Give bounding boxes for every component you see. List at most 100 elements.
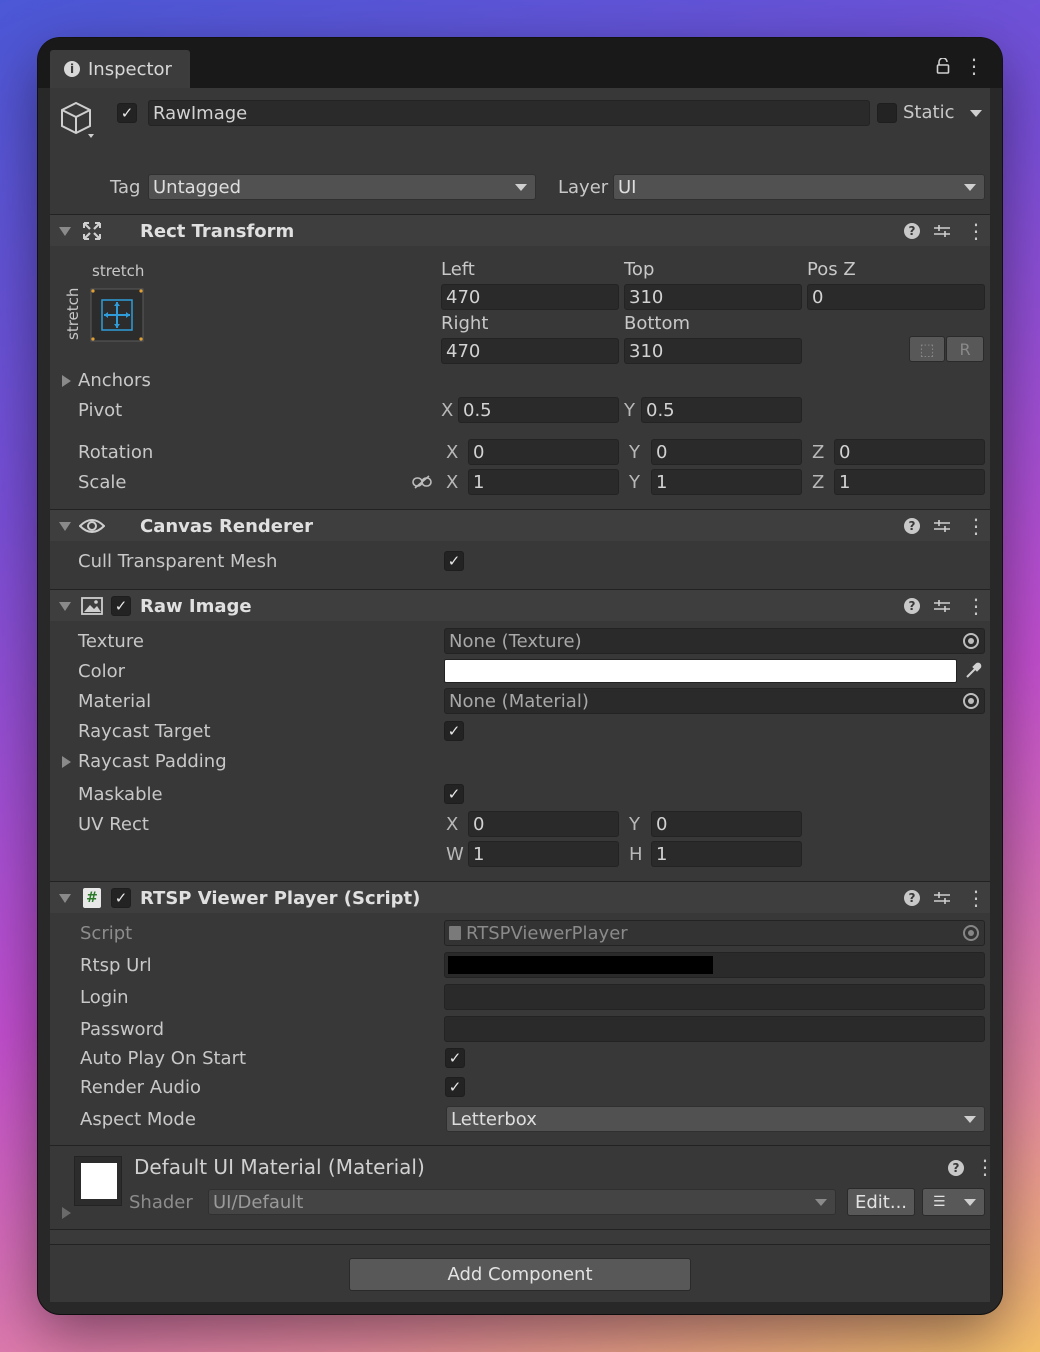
rotation-x-field[interactable]: 0: [468, 439, 619, 465]
texture-label: Texture: [78, 631, 144, 652]
uv-y-field[interactable]: 0: [651, 811, 802, 837]
raycast-padding-foldout-icon[interactable]: [62, 756, 71, 768]
bottom-label: Bottom: [624, 313, 691, 334]
presets-icon[interactable]: [933, 890, 951, 906]
pivot-label: Pivot: [78, 400, 123, 421]
layer-label: Layer: [558, 177, 609, 198]
anchors-foldout-icon[interactable]: [62, 375, 71, 387]
pivot-x-field[interactable]: 0.5: [458, 397, 619, 423]
blueprint-mode-button[interactable]: ⬚: [909, 336, 945, 362]
bottom-separator-2: [50, 1244, 990, 1245]
help-icon[interactable]: ?: [948, 1160, 964, 1176]
color-swatch[interactable]: [444, 659, 957, 683]
raycast-padding-label[interactable]: Raycast Padding: [78, 751, 227, 773]
left-field[interactable]: 470: [441, 284, 619, 310]
texture-field[interactable]: None (Texture): [444, 628, 985, 654]
tab-menu-kebab-icon[interactable]: ⋮: [964, 54, 984, 78]
rotation-y-field[interactable]: 0: [651, 439, 802, 465]
shader-options-button[interactable]: ☰: [922, 1188, 985, 1216]
anchor-vertical-label: stretch: [64, 287, 82, 340]
raw-edit-mode-button[interactable]: R: [946, 336, 984, 362]
shader-edit-button[interactable]: Edit...: [847, 1188, 915, 1216]
component-menu-kebab-icon[interactable]: ⋮: [966, 514, 986, 538]
uv-h-field[interactable]: 1: [651, 841, 802, 867]
component-menu-kebab-icon[interactable]: ⋮: [966, 886, 986, 910]
help-icon[interactable]: ?: [904, 223, 920, 239]
foldout-arrow-icon[interactable]: [59, 227, 71, 236]
canvas-renderer-header[interactable]: Canvas Renderer ? ⋮: [50, 509, 990, 541]
eyedropper-icon[interactable]: [960, 659, 985, 683]
component-menu-kebab-icon[interactable]: ⋮: [966, 594, 986, 618]
cull-transparent-mesh-checkbox[interactable]: ✓: [444, 551, 464, 571]
color-label: Color: [78, 661, 125, 682]
material-preview[interactable]: [74, 1156, 122, 1206]
scale-label: Scale: [78, 472, 127, 493]
raycast-target-checkbox[interactable]: ✓: [444, 721, 464, 741]
rect-transform-header[interactable]: Rect Transform ? ⋮: [50, 214, 990, 246]
rtsp-enabled-checkbox[interactable]: ✓: [111, 888, 131, 908]
rtsp-viewer-title: RTSP Viewer Player (Script): [140, 888, 421, 909]
help-icon[interactable]: ?: [904, 598, 920, 614]
layer-dropdown[interactable]: UI: [613, 174, 985, 200]
script-value: RTSPViewerPlayer: [466, 922, 628, 944]
password-field[interactable]: [444, 1016, 985, 1042]
shader-value: UI/Default: [213, 1191, 304, 1213]
left-label: Left: [441, 259, 475, 280]
scale-y-field[interactable]: 1: [651, 469, 802, 495]
scale-x-field[interactable]: 1: [468, 469, 619, 495]
scale-z-field[interactable]: 1: [834, 469, 985, 495]
login-label: Login: [80, 987, 129, 1008]
material-menu-kebab-icon[interactable]: ⋮: [975, 1155, 995, 1179]
anchor-presets-button[interactable]: [90, 288, 144, 342]
top-field[interactable]: 310: [624, 284, 802, 310]
material-field[interactable]: None (Material): [444, 688, 985, 714]
gameobject-active-checkbox[interactable]: ✓: [117, 103, 137, 123]
aspect-mode-dropdown[interactable]: Letterbox: [446, 1106, 985, 1132]
rect-transform-icon: [82, 221, 102, 241]
static-label: Static: [903, 102, 955, 123]
gameobject-cube-icon[interactable]: [60, 100, 96, 140]
rtsp-viewer-header[interactable]: # ✓ RTSP Viewer Player (Script) ? ⋮: [50, 881, 990, 913]
anchors-label[interactable]: Anchors: [78, 370, 151, 392]
rot-y-axis-label: Y: [629, 442, 640, 463]
uv-x-field[interactable]: 0: [468, 811, 619, 837]
spacer: [50, 1230, 990, 1244]
right-field[interactable]: 470: [441, 338, 619, 364]
inspector-window: i Inspector ⋮ ✓ RawImage Static Tag Unta…: [38, 38, 1002, 1314]
raw-image-header[interactable]: ✓ Raw Image ? ⋮: [50, 589, 990, 621]
constrain-proportions-link-icon[interactable]: [412, 474, 432, 490]
bottom-field[interactable]: 310: [624, 338, 802, 364]
presets-icon[interactable]: [933, 518, 951, 534]
add-component-button[interactable]: Add Component: [349, 1258, 691, 1291]
foldout-arrow-icon[interactable]: [59, 522, 71, 531]
lock-icon[interactable]: [936, 57, 950, 74]
object-picker-icon[interactable]: [963, 693, 979, 709]
presets-icon[interactable]: [933, 223, 951, 239]
rtsp-url-field[interactable]: [444, 952, 985, 978]
static-dropdown-caret-icon[interactable]: [970, 110, 982, 117]
rot-z-axis-label: Z: [812, 442, 825, 463]
static-checkbox[interactable]: [877, 103, 897, 123]
material-foldout-icon[interactable]: [62, 1207, 71, 1219]
foldout-arrow-icon[interactable]: [59, 602, 71, 611]
posz-field[interactable]: 0: [807, 284, 985, 310]
help-icon[interactable]: ?: [904, 890, 920, 906]
auto-play-checkbox[interactable]: ✓: [445, 1048, 465, 1068]
tab-inspector[interactable]: i Inspector: [50, 50, 190, 88]
component-menu-kebab-icon[interactable]: ⋮: [966, 219, 986, 243]
gameobject-name-input[interactable]: RawImage: [148, 100, 870, 126]
raw-image-enabled-checkbox[interactable]: ✓: [111, 596, 131, 616]
tag-dropdown[interactable]: Untagged: [148, 174, 536, 200]
presets-icon[interactable]: [933, 598, 951, 614]
maskable-checkbox[interactable]: ✓: [444, 784, 464, 804]
render-audio-checkbox[interactable]: ✓: [445, 1077, 465, 1097]
login-field[interactable]: [444, 984, 985, 1010]
object-picker-icon[interactable]: [963, 633, 979, 649]
help-icon[interactable]: ?: [904, 518, 920, 534]
pivot-y-axis-label: Y: [624, 400, 635, 421]
foldout-arrow-icon[interactable]: [59, 894, 71, 903]
uv-w-field[interactable]: 1: [468, 841, 619, 867]
tag-label: Tag: [110, 177, 141, 198]
pivot-y-field[interactable]: 0.5: [641, 397, 802, 423]
rotation-z-field[interactable]: 0: [834, 439, 985, 465]
